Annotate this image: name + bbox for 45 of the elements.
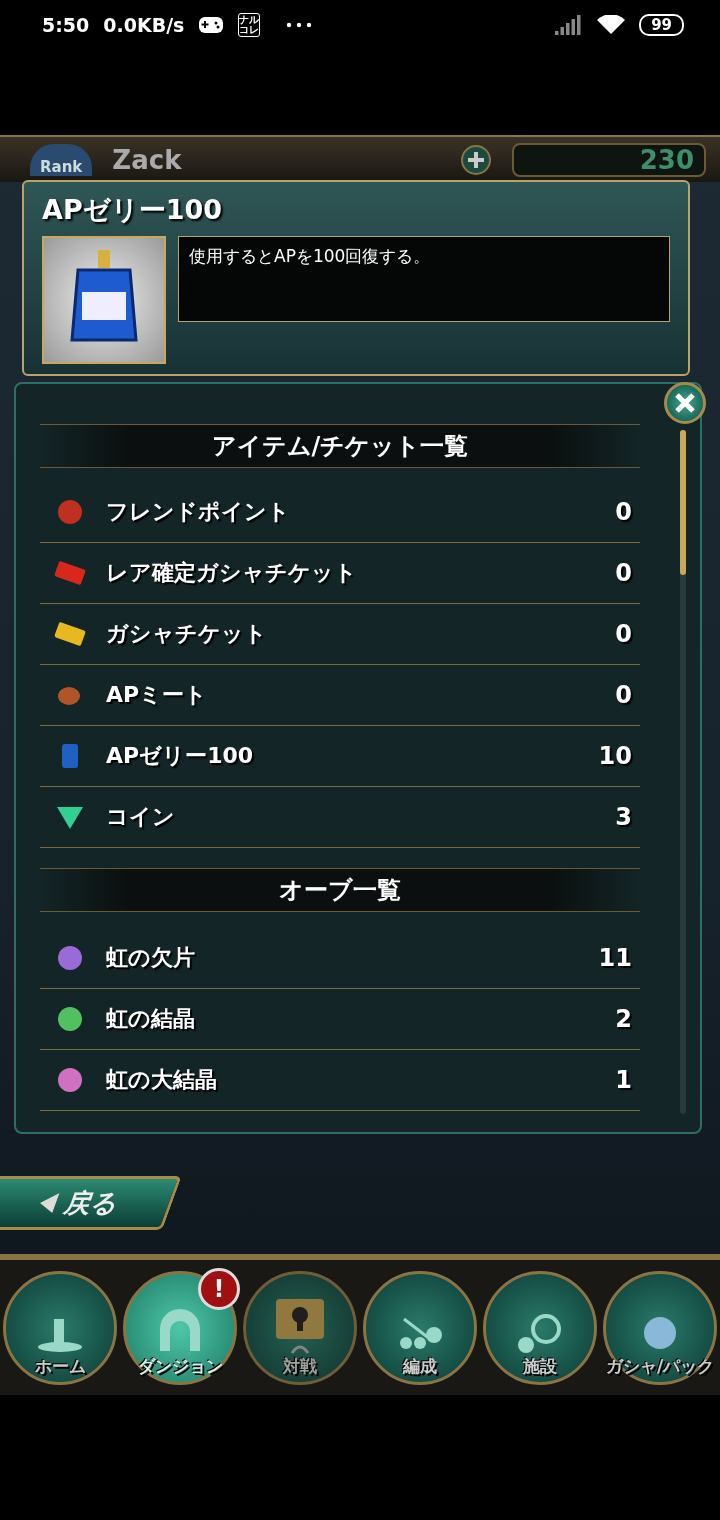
- item-name: APゼリー100: [106, 742, 255, 770]
- scrollbar[interactable]: [680, 430, 686, 1114]
- item-count: 0: [615, 498, 632, 526]
- item-count: 2: [615, 1005, 632, 1033]
- item-count: 0: [615, 681, 632, 709]
- item-count: 0: [615, 620, 632, 648]
- item-count: 0: [615, 559, 632, 587]
- close-icon: [674, 392, 696, 414]
- item-name: 虹の欠片: [106, 944, 196, 972]
- nav-tab[interactable]: 施設: [483, 1270, 597, 1385]
- item-count: 1: [615, 1066, 632, 1094]
- rank-badge: Rank: [30, 143, 93, 176]
- gem-count: 230: [512, 142, 706, 177]
- item-count: 3: [615, 803, 632, 831]
- nav-tab[interactable]: 対戦: [243, 1270, 357, 1385]
- item-count: 11: [598, 944, 632, 972]
- gamepad-icon: [198, 16, 225, 34]
- back-button[interactable]: 戻る: [0, 1176, 182, 1230]
- more-icon: [286, 22, 313, 28]
- nav-tab[interactable]: 編成: [363, 1270, 477, 1385]
- alert-badge: !: [198, 1267, 240, 1310]
- nav-tab[interactable]: ホーム: [3, 1270, 117, 1385]
- item-name: 虹の大結晶: [106, 1066, 218, 1094]
- signal-icon: [555, 15, 584, 35]
- item-title: APゼリー100: [42, 193, 224, 227]
- item-name: ガシャチケット: [106, 620, 268, 648]
- network-speed: 0.0KB/s: [103, 14, 185, 36]
- app-notification-icon: ナル コレ: [238, 13, 261, 37]
- wifi-icon: [597, 15, 626, 35]
- nav-tab[interactable]: ガシャ/パック: [603, 1270, 717, 1385]
- item-name: コイン: [106, 803, 176, 831]
- item-description: 使用するとAPを100回復する。: [178, 236, 670, 322]
- section-header: オーブ一覧: [40, 868, 640, 912]
- item-name: レア確定ガシャチケット: [106, 559, 358, 587]
- clock: 5:50: [42, 14, 90, 36]
- close-button[interactable]: [664, 382, 706, 424]
- nav-tab[interactable]: ダンジョン !: [123, 1270, 237, 1385]
- player-name: Zack: [112, 144, 183, 175]
- section-header: アイテム/チケット一覧: [40, 424, 640, 468]
- plus-icon[interactable]: [460, 143, 492, 176]
- battery-level: 99: [639, 14, 684, 36]
- item-name: APミート: [106, 681, 209, 709]
- item-name: 虹の結晶: [106, 1005, 196, 1033]
- item-count: 10: [598, 742, 632, 770]
- item-name: フレンドポイント: [106, 498, 291, 526]
